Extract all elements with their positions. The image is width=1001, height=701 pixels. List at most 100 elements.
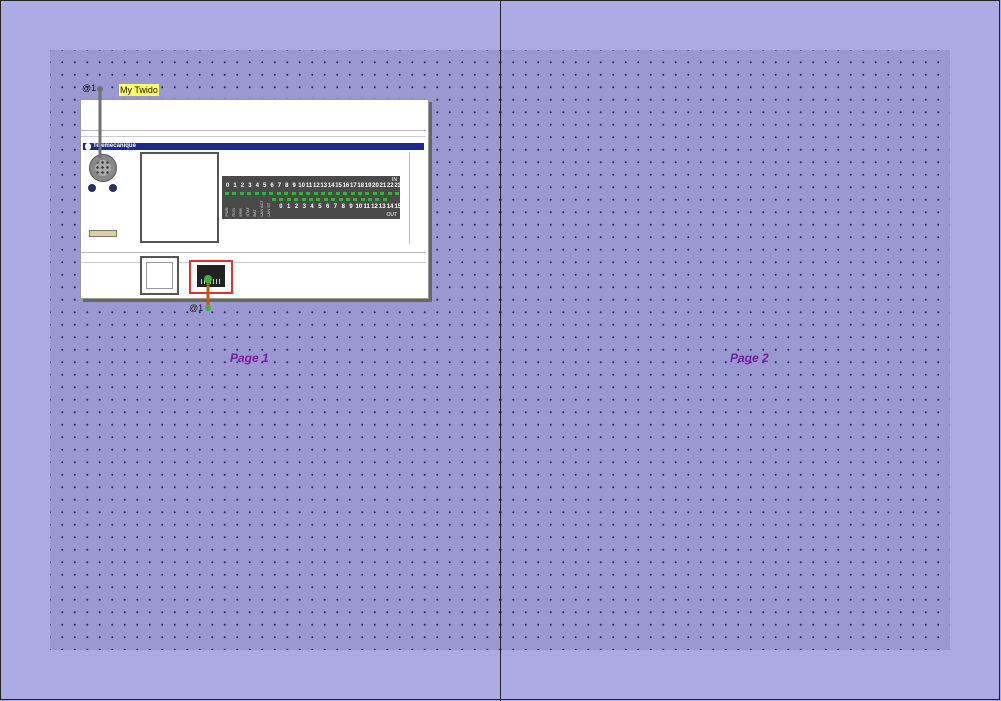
output-number: 8 [341,204,345,210]
bottom-rail-secondary [81,262,426,263]
led [372,192,377,195]
input-number: 18 [357,183,365,189]
brand-logo-icon [85,143,91,150]
led [323,198,328,201]
ethernet-port-tag: @1 [189,303,204,313]
serial-port-tag: @1 [82,83,97,93]
ethernet-port[interactable] [189,260,233,294]
input-number: 5 [262,183,267,189]
led [286,198,291,201]
led [353,198,358,201]
input-number: 2 [240,183,245,189]
led [284,192,289,195]
cartridge-slot [140,256,179,295]
status-label: LAN ST [266,202,271,217]
bottom-rail [81,252,426,253]
input-number: 7 [277,183,282,189]
input-number: 14 [327,183,335,189]
top-rail-secondary [81,136,426,137]
led [261,192,266,195]
status-label: BAT [252,209,257,217]
output-number: 9 [349,204,353,210]
page-2-print-area[interactable] [501,50,950,650]
output-number: 15 [394,204,402,210]
brand-bar: Telemecanique [83,143,424,150]
led [272,198,276,201]
twido-plc-device[interactable]: Telemecanique IN 0 1 2 3 4 5 6 7 8 9 10 … [80,99,429,299]
output-number: 13 [378,204,386,210]
led [232,192,237,195]
led [308,198,313,201]
input-number: 22 [386,183,394,189]
led [382,198,387,201]
status-label: RUN [231,208,236,217]
input-number: 21 [379,183,387,189]
output-number: 14 [386,204,394,210]
page-2-label: Page 2 [730,351,769,365]
output-led-row [272,198,387,201]
input-numbers: 0 1 2 3 4 5 6 7 8 9 10 11 12 13 14 15 16… [224,183,401,189]
led [335,192,340,195]
output-number: 4 [310,204,314,210]
output-number: 5 [318,204,322,210]
status-label: LAN ACT [259,200,264,217]
input-led-row [225,192,399,195]
led [350,192,355,195]
led [247,192,252,195]
input-number: 1 [233,183,237,189]
led [225,192,229,195]
status-label: PWR [224,207,229,217]
output-numbers: 0 1 2 3 4 5 6 7 8 9 10 11 12 13 14 15 [277,204,402,210]
led [279,198,284,201]
led-display-panel: IN 0 1 2 3 4 5 6 7 8 9 10 11 12 13 14 15… [222,176,402,219]
led [365,192,370,195]
status-label: STAT [245,207,250,217]
led [306,192,311,195]
led [343,192,348,195]
input-number: 20 [372,183,379,189]
led [298,192,303,195]
output-number: 11 [363,204,370,210]
led [331,198,336,201]
input-number: 13 [320,183,328,189]
status-labels: PWR RUN ERR STAT BAT LAN ACT LAN ST [224,200,272,217]
input-number: 10 [298,183,305,189]
terminal-cover [140,152,219,243]
top-rail [81,130,426,131]
output-number: 12 [371,204,378,210]
led [291,192,296,195]
input-number: 12 [313,183,320,189]
input-number: 19 [364,183,372,189]
led [387,192,392,195]
led [328,192,333,195]
input-number: 4 [255,183,259,189]
led [313,192,318,195]
led [345,198,350,201]
led [269,192,274,195]
output-number: 2 [294,204,299,210]
serial-port-connector-icon[interactable] [89,154,117,182]
led [254,192,259,195]
input-number: 15 [335,183,342,189]
brand-name: Telemecanique [93,143,136,149]
status-label: ERR [238,208,243,217]
device-title-label[interactable]: My Twido [119,84,159,96]
input-number: 6 [270,183,274,189]
led [380,192,385,195]
led [394,192,399,195]
right-rail [409,152,410,244]
output-number: 10 [355,204,363,210]
expansion-connector-icon [89,230,117,237]
led [294,198,299,201]
led [276,192,281,195]
diagram-canvas[interactable]: Page 1 Page 2 Telemecanique IN 0 1 2 3 4… [0,0,1001,701]
output-number: 3 [302,204,306,210]
input-number: 23 [394,183,402,189]
led [375,198,380,201]
page-1-label: Page 1 [230,351,269,365]
input-number: 17 [349,183,357,189]
led [338,198,343,201]
input-number: 11 [305,183,313,189]
output-number: 1 [287,204,291,210]
led [316,198,321,201]
